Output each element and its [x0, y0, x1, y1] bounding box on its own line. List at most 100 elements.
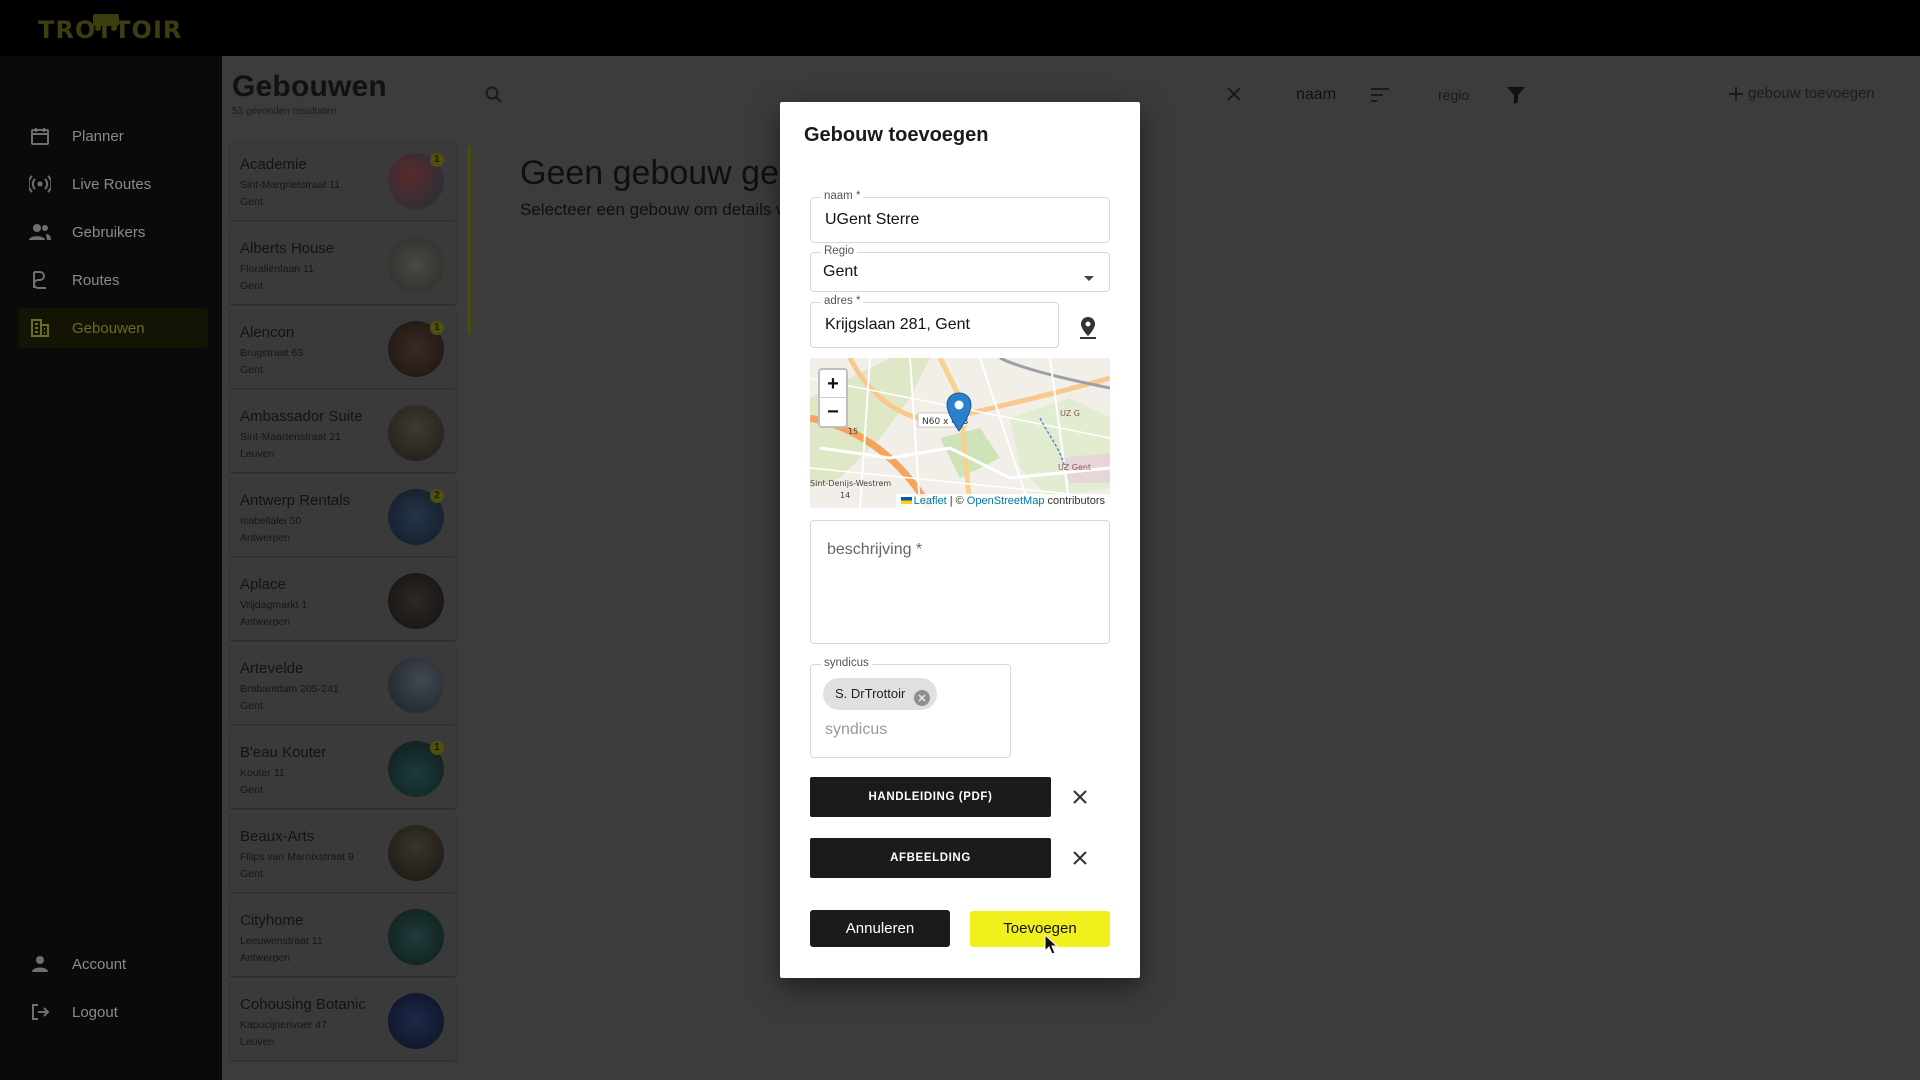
- building-city: Gent: [240, 196, 263, 208]
- building-name: Cityhome: [240, 912, 304, 929]
- building-card[interactable]: Cityhome Leeuwenstraat 11 Antwerpen: [230, 898, 456, 976]
- building-card[interactable]: Aplace Vrijdagmarkt 1 Antwerpen: [230, 562, 456, 640]
- sort-icon[interactable]: [1370, 86, 1390, 109]
- sidebar-item-label: Planner: [72, 127, 124, 145]
- filter-icon[interactable]: [1506, 85, 1526, 110]
- issue-count-badge: 1: [430, 321, 444, 335]
- building-street: Brabantdam 205-241: [240, 683, 339, 695]
- building-thumbnail: [388, 657, 444, 713]
- building-street: Floraliënlaan 11: [240, 263, 314, 275]
- dialog-title: Gebouw toevoegen: [804, 124, 989, 146]
- building-thumbnail: [388, 909, 444, 965]
- sidebar-item-routes[interactable]: Routes: [18, 260, 208, 300]
- building-card[interactable]: Cohousing Botanic Kapucijnenvoer 47 Leuven: [230, 982, 456, 1060]
- building-street: Vrijdagmarkt 1: [240, 599, 308, 611]
- regio-filter-select[interactable]: regio: [1438, 87, 1469, 103]
- upload-image-button[interactable]: AFBEELDING: [810, 838, 1051, 878]
- issue-count-badge: 1: [430, 741, 444, 755]
- sidebar-item-label: Logout: [72, 1003, 118, 1021]
- building-city: Gent: [240, 868, 263, 880]
- broadcast-icon: [22, 172, 58, 196]
- building-card[interactable]: Alberts House Floraliënlaan 11 Gent: [230, 226, 456, 304]
- building-card[interactable]: Alencon Brugstraat 63 Gent 1: [230, 310, 456, 388]
- buildings-icon: [22, 316, 58, 340]
- building-street: Brugstraat 63: [240, 347, 304, 359]
- remove-manual-icon[interactable]: [1070, 787, 1090, 812]
- building-city: Antwerpen: [240, 616, 291, 628]
- building-city: Gent: [240, 364, 263, 376]
- building-name: Ambassador Suite: [240, 408, 363, 425]
- chip-label: S. DrTrottoir: [835, 686, 906, 701]
- chip-remove-icon[interactable]: [914, 686, 931, 718]
- building-thumbnail: [388, 405, 444, 461]
- building-name: Alberts House: [240, 240, 335, 257]
- issue-count-badge: 1: [430, 153, 444, 167]
- sidebar-item-account[interactable]: Account: [18, 944, 208, 984]
- issue-count-badge: 2: [430, 489, 444, 503]
- regio-select[interactable]: Regio Gent: [810, 245, 1110, 292]
- naam-field[interactable]: naam * UGent Sterre: [810, 190, 1110, 243]
- page-title: Gebouwen: [232, 70, 387, 103]
- leaflet-flag-icon: [900, 497, 912, 504]
- app-logo[interactable]: TROTTOIR: [38, 14, 188, 44]
- sidebar-item-label: Gebruikers: [72, 223, 146, 241]
- naam-value: UGent Sterre: [825, 211, 920, 228]
- sidebar-item-gebouwen[interactable]: Gebouwen: [18, 308, 208, 348]
- sidebar-item-label: Live Routes: [72, 175, 152, 193]
- sidebar-item-logout[interactable]: Logout: [18, 992, 208, 1032]
- sidebar-item-live-routes[interactable]: Live Routes: [18, 164, 208, 204]
- upload-manual-button[interactable]: HANDLEIDING (PDF): [810, 777, 1051, 817]
- map-tiles: N60 x 433 UZ G UZ Gent Sint-Denijs-Westr…: [810, 358, 1110, 508]
- sidebar-item-label: Routes: [72, 271, 120, 289]
- top-bar: TROTTOIR: [0, 0, 1920, 56]
- building-name: Antwerp Rentals: [240, 492, 351, 509]
- users-icon: [22, 220, 58, 244]
- cancel-button[interactable]: Annuleren: [810, 910, 950, 947]
- zoom-in-button[interactable]: +: [820, 370, 846, 398]
- beschrijving-textarea[interactable]: beschrijving *: [810, 520, 1110, 644]
- regio-value: Gent: [823, 263, 858, 280]
- leaflet-link[interactable]: Leaflet: [914, 495, 947, 507]
- building-city: Gent: [240, 280, 263, 292]
- osm-link[interactable]: OpenStreetMap: [967, 495, 1045, 507]
- attribution-separator: | ©: [949, 495, 964, 507]
- add-building-label: gebouw toevoegen: [1748, 85, 1875, 102]
- syndicus-chip[interactable]: S. DrTrottoir: [823, 678, 938, 710]
- map-marker-icon[interactable]: [946, 392, 972, 432]
- person-icon: [22, 952, 58, 976]
- building-street: Leeuwenstraat 11: [240, 935, 323, 947]
- building-card[interactable]: B'eau Kouter Kouter 11 Gent 1: [230, 730, 456, 808]
- clear-search-icon[interactable]: [1226, 86, 1242, 107]
- add-building-button[interactable]: gebouw toevoegen: [1728, 85, 1875, 102]
- building-card[interactable]: Antwerp Rentals Isabellalei 50 Antwerpen 2: [230, 478, 456, 556]
- sort-select[interactable]: naam: [1296, 86, 1336, 104]
- building-street: Kapucijnenvoer 47: [240, 1019, 327, 1031]
- building-name: Cohousing Botanic: [240, 996, 366, 1013]
- naam-label: naam *: [821, 190, 864, 202]
- syndicus-field[interactable]: syndicus S. DrTrottoir syndicus: [810, 657, 1011, 758]
- building-card[interactable]: Ambassador Suite Sint-Maartenstraat 21 Leu…: [230, 394, 456, 472]
- list-scrollbar[interactable]: [467, 146, 471, 334]
- building-city: Leuven: [240, 448, 275, 460]
- building-name: Artevelde: [240, 660, 304, 677]
- map-place-label: 15: [848, 427, 858, 436]
- location-map[interactable]: N60 x 433 UZ G UZ Gent Sint-Denijs-Westr…: [810, 358, 1110, 508]
- remove-image-icon[interactable]: [1070, 848, 1090, 873]
- adres-label: adres *: [821, 295, 864, 307]
- zoom-out-button[interactable]: −: [820, 398, 846, 426]
- sidebar-item-planner[interactable]: Planner: [18, 116, 208, 156]
- building-street: Isabellalei 50: [240, 515, 302, 527]
- building-card[interactable]: Beaux-Arts Filips van Marnixstraat 9 Gent: [230, 814, 456, 892]
- building-card[interactable]: Artevelde Brabantdam 205-241 Gent: [230, 646, 456, 724]
- adres-field[interactable]: adres * Krijgslaan 281, Gent: [810, 295, 1059, 348]
- building-name: Academie: [240, 156, 307, 173]
- building-card[interactable]: Academie Sint-Margrietstraat 11 Gent 1: [230, 142, 456, 220]
- sidebar-item-gebruikers[interactable]: Gebruikers: [18, 212, 208, 252]
- map-place-label: 14: [840, 491, 850, 500]
- submit-button[interactable]: Toevoegen: [970, 911, 1110, 947]
- attribution-tail: contributors: [1047, 495, 1105, 507]
- search-icon: [484, 85, 504, 110]
- location-pin-icon[interactable]: [1077, 316, 1099, 345]
- building-city: Gent: [240, 784, 263, 796]
- building-street: Sint-Margrietstraat 11: [240, 179, 341, 191]
